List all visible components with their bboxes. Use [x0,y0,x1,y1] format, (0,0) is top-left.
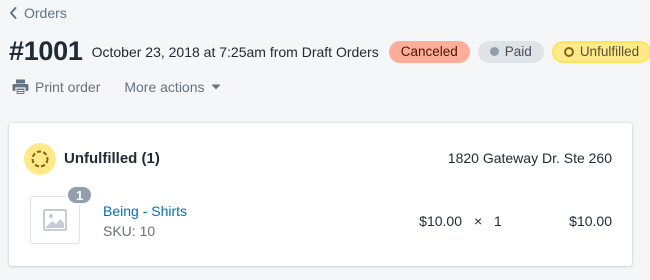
fulfillment-card: Unfulfilled (1) 1820 Gateway Dr. Ste 260… [9,123,632,266]
quantity-badge: 1 [66,185,94,205]
paid-dot-icon [489,47,499,56]
status-badge-canceled: Canceled [388,40,470,63]
printer-icon [12,79,29,95]
unfulfilled-status-icon [24,143,56,175]
status-badge-unfulfilled: Unfulfilled [551,40,650,63]
product-link[interactable]: Being - Shirts [103,203,187,219]
dashed-circle-icon [31,150,49,168]
fulfillment-location: 1820 Gateway Dr. Ste 260 [447,150,612,166]
unfulfilled-ring-icon [563,46,574,57]
order-meta: October 23, 2018 at 7:25am from Draft Or… [91,43,379,60]
status-badge-paid-label: Paid [504,44,532,59]
print-order-button[interactable]: Print order [12,79,100,95]
order-actions: Print order More actions [12,79,221,95]
status-badge-canceled-label: Canceled [400,44,458,59]
breadcrumb[interactable]: Orders [8,5,67,21]
image-placeholder-icon [43,209,67,231]
page-title: #1001 [9,36,83,66]
line-quantity: 1 [494,213,502,229]
fulfillment-title: Unfulfilled (1) [64,150,160,167]
status-badge-unfulfilled-label: Unfulfilled [579,44,640,59]
order-header: #1001 October 23, 2018 at 7:25am from Dr… [9,36,650,67]
more-actions-button[interactable]: More actions [124,79,221,95]
breadcrumb-orders-link[interactable]: Orders [24,5,67,21]
print-order-label: Print order [35,79,101,95]
line-total: $10.00 [569,213,612,229]
caret-down-icon [211,84,221,90]
multiply-sign: × [474,213,483,229]
more-actions-label: More actions [124,79,205,95]
product-sku: SKU: 10 [103,223,156,239]
status-badge-paid: Paid [477,40,544,63]
unit-price: $10.00 [419,213,462,229]
chevron-left-icon [10,7,17,19]
